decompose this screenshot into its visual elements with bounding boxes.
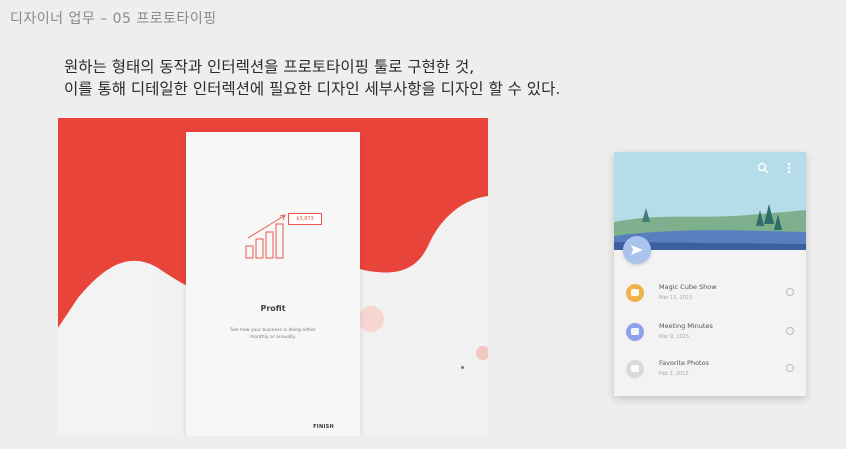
item-title: Favorite Photos	[659, 359, 709, 367]
item-title: Meeting Minutes	[659, 322, 713, 330]
event-icon	[626, 284, 644, 302]
onboarding-mockup: $3,873 Profit See how your business is d…	[58, 118, 488, 436]
list-item[interactable]: Meeting Minutes Mar 9, 2015	[614, 317, 806, 351]
item-date: Mar 15, 2015	[659, 295, 693, 301]
headline-line-2: 이를 통해 디테일한 인터렉션에 필요한 디자인 세부사항을 디자인 할 수 있…	[64, 80, 561, 98]
photo-icon	[626, 360, 644, 378]
amount-badge: $3,873	[288, 213, 322, 225]
item-radio[interactable]	[786, 327, 794, 335]
send-fab-button[interactable]	[623, 236, 651, 264]
onboarding-card: $3,873 Profit See how your business is d…	[186, 132, 360, 436]
item-date: Mar 9, 2015	[659, 334, 690, 340]
landscape-hero-image	[614, 152, 806, 250]
slide-header: 디자이너 업무 – 05 프로토타이핑	[10, 11, 217, 27]
list-item[interactable]: Favorite Photos Feb 3, 2015	[614, 354, 806, 388]
item-radio[interactable]	[786, 364, 794, 372]
send-icon	[631, 245, 643, 255]
decorative-circle	[461, 366, 464, 369]
headline-line-1: 원하는 형태의 동작과 인터렉션을 프로토타이핑 툴로 구현한 것,	[64, 58, 475, 76]
item-radio[interactable]	[786, 288, 794, 296]
onboarding-description: See how your business is doing either mo…	[230, 328, 316, 340]
growth-chart-icon	[245, 214, 286, 259]
notes-icon	[626, 323, 644, 341]
item-date: Feb 3, 2015	[659, 371, 689, 377]
finish-button[interactable]: FINISH	[313, 424, 334, 430]
list-card-mockup: Magic Cube Show Mar 15, 2015 Meeting Min…	[614, 152, 806, 396]
headline: 원하는 형태의 동작과 인터렉션을 프로토타이핑 툴로 구현한 것, 이를 통해…	[64, 56, 560, 100]
item-title: Magic Cube Show	[659, 283, 717, 291]
decorative-circle	[476, 346, 488, 360]
onboarding-title: Profit	[260, 304, 286, 313]
decorative-circle	[358, 306, 384, 332]
list-item[interactable]: Magic Cube Show Mar 15, 2015	[614, 278, 806, 312]
page-indicator	[208, 427, 235, 436]
more-vert-icon[interactable]	[784, 162, 794, 176]
search-icon[interactable]	[756, 162, 770, 176]
